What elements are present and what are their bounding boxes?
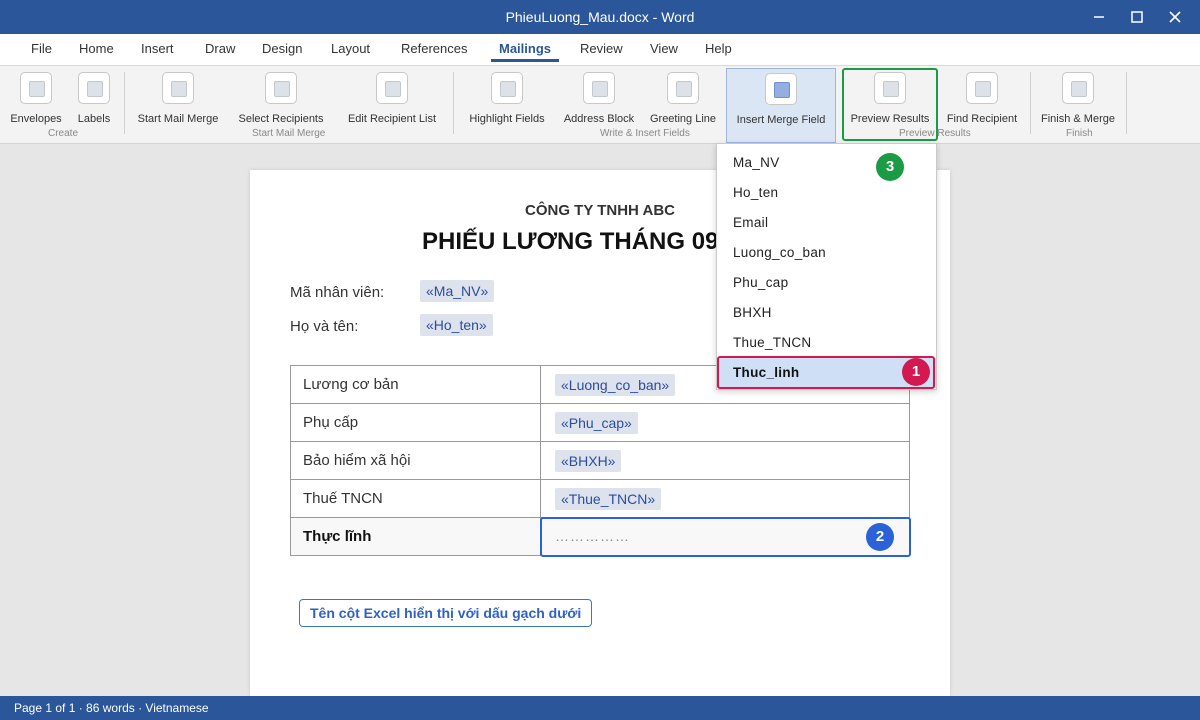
label-icon [78,72,110,104]
edit-list-icon [376,72,408,104]
tab-view[interactable]: View [650,41,678,56]
merge-field-thue-tncn[interactable]: «Thue_TNCN» [555,487,662,510]
start-mail-merge-button[interactable]: Start Mail Merge [134,68,222,130]
ribbon-separator [1126,72,1127,134]
close-button[interactable] [1156,0,1194,34]
start-mail-merge-label: Start Mail Merge [137,113,219,125]
table-row: Thuế TNCN «Thue_TNCN» [290,479,910,518]
greeting-line-label: Greeting Line [649,113,717,125]
merge-field-phu-cap[interactable]: «Phu_cap» [555,411,638,434]
insert-merge-field-label: Insert Merge Field [736,114,826,126]
row-label: Thuế TNCN [290,479,541,518]
finish-merge-button[interactable]: Finish & Merge [1038,68,1118,130]
dropdown-item-email[interactable]: Email [717,208,936,238]
tab-home[interactable]: Home [79,41,114,56]
mail-merge-icon [162,72,194,104]
status-text: Page 1 of 1 · 86 words · Vietnamese [14,701,209,715]
find-recipient-label: Find Recipient [946,113,1018,125]
address-block-icon [583,72,615,104]
merge-field-bhxh[interactable]: «BHXH» [555,449,622,472]
select-recipients-button[interactable]: Select Recipients [235,68,327,130]
status-bar: Page 1 of 1 · 86 words · Vietnamese [0,696,1200,720]
find-recipient-button[interactable]: Find Recipient [944,68,1020,130]
highlight-fields-button[interactable]: Highlight Fields [466,68,548,130]
group-write-insert: Write & Insert Fields [600,128,690,139]
row-label: Lương cơ bản [290,365,541,404]
active-tab-indicator [491,59,559,62]
row-value-cell[interactable]: «BHXH» [540,441,910,480]
merge-field-ma-nv[interactable]: «Ma_NV» [420,280,495,302]
step-badge-3: 3 [876,153,904,181]
document-title: PHIẾU LƯƠNG THÁNG 09 [422,228,719,255]
tab-review[interactable]: Review [580,41,623,56]
highlight-preview-results [842,68,938,141]
row-value-cell[interactable]: «Thue_TNCN» [540,479,910,518]
window-title: PhieuLuong_Mau.docx - Word [505,9,695,25]
recipients-icon [265,72,297,104]
highlight-fields-label: Highlight Fields [469,113,545,125]
dropdown-item-thue-tncn[interactable]: Thue_TNCN [717,328,936,358]
annotation-note: Tên cột Excel hiển thị với dấu gạch dưới [299,599,593,627]
minimize-icon [1094,16,1104,18]
tab-design[interactable]: Design [262,41,302,56]
address-block-label: Address Block [563,113,635,125]
envelope-icon [20,72,52,104]
tab-mailings[interactable]: Mailings [499,41,551,56]
tab-draw[interactable]: Draw [205,41,235,56]
tab-layout[interactable]: Layout [331,41,370,56]
finish-merge-label: Finish & Merge [1041,113,1115,125]
merge-field-ho-ten[interactable]: «Ho_ten» [420,314,493,336]
group-finish: Finish [1066,128,1093,139]
title-bar: PhieuLuong_Mau.docx - Word [0,0,1200,34]
group-create: Create [48,128,79,139]
tab-references[interactable]: References [401,41,467,56]
dropdown-item-ho-ten[interactable]: Ho_ten [717,178,936,208]
tab-file[interactable]: File [31,41,52,56]
find-icon [966,72,998,104]
maximize-button[interactable] [1118,0,1156,34]
edit-recipient-list-label: Edit Recipient List [347,113,437,125]
merge-field-icon [765,73,797,105]
select-recipients-label: Select Recipients [238,113,324,125]
highlight-icon [491,72,523,104]
row-value-cell[interactable]: «Phu_cap» [540,403,910,442]
envelopes-label: Envelopes [10,113,62,125]
ribbon-separator [124,72,125,134]
finish-icon [1062,72,1094,104]
ribbon-separator [1030,72,1031,134]
greeting-line-button[interactable]: Greeting Line [647,68,719,130]
table-row: Phụ cấp «Phu_cap» [290,403,910,442]
labels-button[interactable]: Labels [74,68,114,130]
row-label: Phụ cấp [290,403,541,442]
address-block-button[interactable]: Address Block [560,68,638,130]
maximize-icon [1131,11,1143,23]
merge-field-dropdown: Ma_NV Ho_ten Email Luong_co_ban Phu_cap … [716,143,937,390]
highlight-target-cell [540,517,911,557]
minimize-button[interactable] [1080,0,1118,34]
step-badge-1: 1 [902,358,930,386]
dropdown-item-phu-cap[interactable]: Phu_cap [717,268,936,298]
ribbon: Envelopes Labels Create Start Mail Merge… [0,66,1200,144]
merge-field-luong-co-ban[interactable]: «Luong_co_ban» [555,373,676,396]
employee-id-label: Mã nhân viên: [290,284,385,301]
dropdown-item-bhxh[interactable]: BHXH [717,298,936,328]
ribbon-tabs: File Home Insert Draw Design Layout Refe… [0,34,1200,66]
row-label: Bảo hiểm xã hội [290,441,541,480]
insert-merge-field-button[interactable]: Insert Merge Field [726,68,836,143]
ribbon-separator [453,72,454,134]
employee-name-label: Họ và tên: [290,318,359,335]
table-row: Bảo hiểm xã hội «BHXH» [290,441,910,480]
greeting-icon [667,72,699,104]
tab-insert[interactable]: Insert [141,41,174,56]
close-icon [1169,11,1181,23]
tab-help[interactable]: Help [705,41,732,56]
row-label: Thực lĩnh [290,517,541,556]
labels-label: Labels [77,113,111,125]
group-start-mail-merge: Start Mail Merge [252,128,326,139]
envelopes-button[interactable]: Envelopes [8,68,64,130]
dropdown-item-luong-co-ban[interactable]: Luong_co_ban [717,238,936,268]
step-badge-2: 2 [866,523,894,551]
edit-recipient-list-button[interactable]: Edit Recipient List [345,68,439,130]
